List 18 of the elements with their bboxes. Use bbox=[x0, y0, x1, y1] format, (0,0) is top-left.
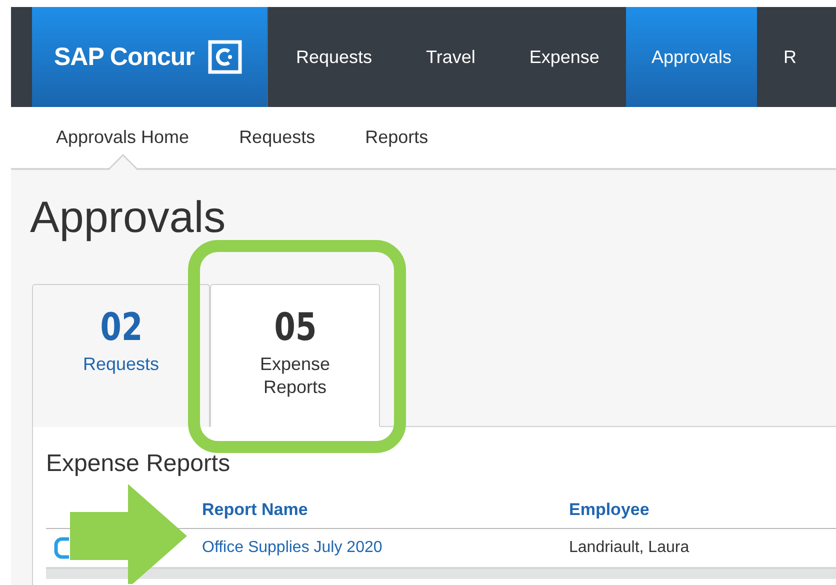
nav-tab[interactable]: Approvals bbox=[626, 7, 756, 107]
column-header[interactable]: Employee bbox=[569, 500, 650, 520]
column-header[interactable]: Report Name bbox=[202, 500, 569, 520]
subnav-tab[interactable]: Requests bbox=[239, 107, 316, 168]
logo[interactable]: SAP Concur bbox=[32, 7, 268, 107]
summary-tab[interactable]: 05 Expense Reports bbox=[210, 284, 380, 427]
table-cell: Landriault, Laura bbox=[569, 539, 690, 557]
summary-tab[interactable]: 02 Requests bbox=[32, 284, 210, 427]
nav-tab[interactable]: Travel bbox=[399, 7, 502, 107]
nav-tab[interactable]: Requests bbox=[268, 7, 400, 107]
report-name-link[interactable]: Office Supplies July 2020 bbox=[202, 539, 569, 557]
subnav-tab[interactable]: Reports bbox=[365, 107, 428, 168]
nav-tab[interactable]: Expense bbox=[502, 7, 626, 107]
nav-tab[interactable]: R bbox=[756, 7, 824, 107]
row-checkbox-icon[interactable] bbox=[54, 537, 69, 559]
section-title: Expense Reports bbox=[46, 450, 232, 478]
page-title: Approvals bbox=[30, 192, 227, 244]
logo-mark-icon bbox=[208, 40, 242, 74]
